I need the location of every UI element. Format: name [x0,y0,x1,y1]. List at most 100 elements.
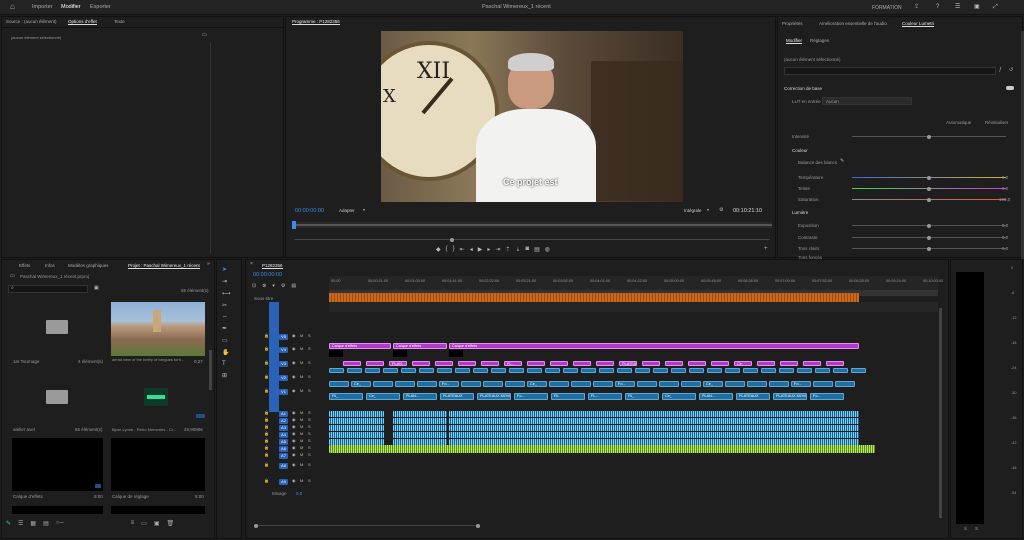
timeline-clip[interactable]: PLATEAUX MOVIT2 [619,361,637,366]
timeline-clip[interactable]: PLAN... [403,393,437,400]
adjustment-layer-thumbnail[interactable] [111,438,205,491]
exposure-slider[interactable] [852,223,1006,228]
black-clip[interactable] [449,350,463,357]
timeline-clip[interactable] [395,381,415,387]
hand-icon[interactable]: ✋ [222,349,231,356]
camera-icon[interactable]: ◙ [525,246,529,256]
timeline-clip[interactable] [707,368,722,373]
timeline-clip[interactable] [688,361,706,366]
comparison-icon[interactable]: ▤ [534,246,540,256]
timeline-clip[interactable] [851,368,866,373]
timeline-clip[interactable] [483,381,503,387]
timeline-clip[interactable] [780,361,798,366]
tab-effects[interactable]: Effets [19,263,30,268]
tab-project[interactable]: Projet : Paschal Wimereux_1 récent [128,263,200,269]
timeline-clip[interactable] [527,361,545,366]
audio-clip[interactable] [393,425,447,431]
timeline-clip[interactable] [779,368,794,373]
timeline-clip[interactable] [347,368,362,373]
sort-icon[interactable]: ≡ [131,520,135,530]
project-item-name[interactable]: aerial view of the belfry of bergues for… [112,357,192,362]
type-icon[interactable]: T [222,361,231,367]
selection-tool-icon[interactable]: ➤ [222,266,231,273]
timeline-clip[interactable]: FL... [504,361,522,366]
program-timecode[interactable]: 00:00:00:00 [295,208,324,214]
mark-out-icon[interactable]: } [453,246,455,256]
timeline-clip[interactable]: Ce_ [366,393,400,400]
timeline-clip[interactable]: PLAN... [389,361,407,366]
timeline-clip[interactable] [455,368,470,373]
icon-view-icon[interactable]: ▦ [30,520,36,530]
trash-icon[interactable]: 🗑 [167,520,175,530]
timeline-clip[interactable]: Ce_ [351,381,371,387]
timeline-clip[interactable]: Ce_ [703,381,723,387]
playhead[interactable] [292,221,296,229]
step-forward-icon[interactable]: ▸ [487,246,490,256]
timeline-clip[interactable] [813,381,833,387]
timeline-clip[interactable] [581,368,596,373]
timeline-clip[interactable] [835,381,855,387]
effects-layer-thumbnail[interactable] [12,438,103,491]
ripple-edit-icon[interactable]: ⟷ [222,290,231,297]
highlights-slider[interactable] [852,246,1006,251]
timeline-clip[interactable] [365,368,380,373]
timeline-clip[interactable] [833,368,848,373]
slip-icon[interactable]: ⇔ [222,314,231,320]
go-to-out-icon[interactable]: ⇥ [495,246,500,256]
folder-new-icon[interactable]: ▭ [141,520,147,530]
black-clip[interactable] [393,350,407,357]
folder-icon[interactable] [46,320,68,334]
fit-dropdown[interactable]: Adapter [339,208,355,213]
aerial-thumbnail[interactable] [111,302,205,356]
new-item-icon[interactable]: ▣ [154,520,160,530]
caption-icon[interactable]: ⊞ [222,372,231,379]
timeline-clip[interactable] [550,361,568,366]
timeline-clip[interactable] [549,381,569,387]
lut-dropdown[interactable]: Aucun [822,97,912,105]
timeline-clip[interactable] [635,368,650,373]
timeline-clip[interactable] [461,381,481,387]
timeline-clip[interactable] [412,361,430,366]
timeline-clip[interactable] [797,368,812,373]
timeline-clip[interactable] [481,361,499,366]
timeline-clip[interactable] [383,368,398,373]
add-button-icon[interactable]: + [764,246,768,252]
timeline-clip[interactable]: Fo... [514,393,548,400]
timeline-clip[interactable] [593,381,613,387]
basic-correction-header[interactable]: Correction de base [784,86,822,91]
workspace-label[interactable]: FORMATION [872,5,902,11]
rectangle-icon[interactable]: ▭ [222,337,231,344]
help-icon[interactable]: ? [936,4,939,10]
timeline-clip[interactable] [747,381,767,387]
fx-icon[interactable]: ƒ [999,68,1002,73]
scrollbar[interactable] [209,350,212,390]
vr-icon[interactable]: ◍ [545,246,550,256]
timeline-clip[interactable] [711,361,729,366]
timeline-clip[interactable]: Fil_ [625,393,659,400]
zoom-scrollbar[interactable] [294,237,770,242]
timeline-clip[interactable] [815,368,830,373]
timeline-clip[interactable]: Fil_ [329,393,363,400]
progress-icon[interactable]: ▣ [974,4,980,10]
auto-button[interactable]: Automatique [946,120,971,125]
audio-clip[interactable] [329,425,384,431]
audio-waveform-icon[interactable] [144,388,168,406]
tab-graphic-templates[interactable]: Modèles graphiques [68,263,109,268]
timeline-clip[interactable]: Fo... [439,381,459,387]
timeline-clip[interactable] [826,361,844,366]
panel-menu-icon[interactable]: ▭ [202,33,207,38]
home-icon[interactable]: ⌂ [10,3,15,11]
track-select-icon[interactable]: ⇥ [222,278,231,285]
audio-clip[interactable] [393,418,447,424]
timeline-clip[interactable]: Ce_ [527,381,547,387]
lift-icon[interactable]: ⇡ [505,246,510,256]
chevron-down-icon[interactable]: ▾ [707,208,709,212]
share-icon[interactable]: ⇪ [914,4,919,10]
subtab-modifier[interactable]: Modifier [786,38,803,44]
freeform-view-icon[interactable]: ▤ [43,520,49,530]
black-clip[interactable] [329,350,343,357]
timeline-clip[interactable] [343,361,361,366]
tab-properties[interactable]: Propriétés [782,21,803,26]
timeline-clip[interactable] [596,361,614,366]
timeline-clip[interactable] [665,361,683,366]
